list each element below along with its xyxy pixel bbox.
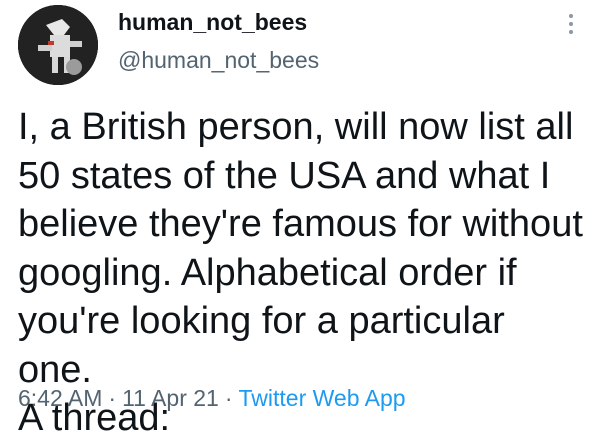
tweet-line: you're looking for a particular one. xyxy=(18,300,505,391)
meta-separator: · xyxy=(108,385,117,411)
profile-avatar-image xyxy=(18,5,98,85)
tweet-line: believe they're famous for without xyxy=(18,203,583,245)
tweet-meta: 6:42 AM · 11 Apr 21 · Twitter Web App xyxy=(18,385,406,412)
tweet-line: 50 states of the USA and what I xyxy=(18,154,551,197)
meta-separator: · xyxy=(224,385,233,411)
tweet-source-link[interactable]: Twitter Web App xyxy=(239,385,406,411)
tweet-card: human_not_bees @human_not_bees I, a Brit… xyxy=(0,0,600,439)
user-handle[interactable]: @human_not_bees xyxy=(118,47,319,74)
more-vertical-icon[interactable] xyxy=(562,14,580,40)
display-name[interactable]: human_not_bees xyxy=(118,9,307,36)
tweet-date[interactable]: 11 Apr 21 xyxy=(122,385,219,411)
avatar[interactable] xyxy=(18,5,98,85)
tweet-time[interactable]: 6:42 AM xyxy=(18,385,102,411)
tweet-line: googling. Alphabetical order if xyxy=(18,251,517,294)
tweet-line: I, a British person, will now list all xyxy=(18,106,574,148)
